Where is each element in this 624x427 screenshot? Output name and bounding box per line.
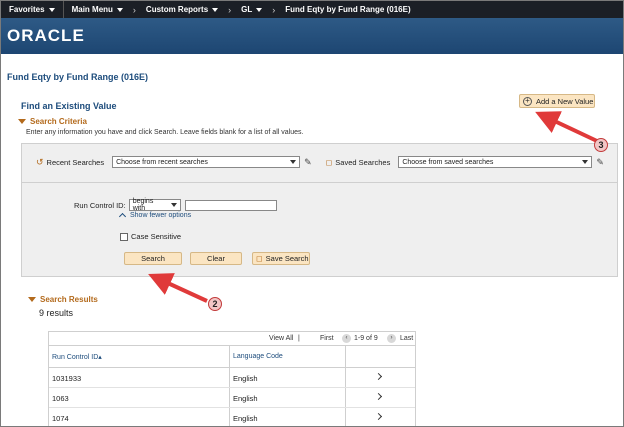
search-panel: ↺ Recent Searches Choose from recent sea… (21, 143, 618, 277)
view-all-link[interactable]: View All (269, 335, 293, 342)
nav-favorites-label: Favorites (9, 5, 45, 14)
caret-down-icon (212, 7, 219, 12)
nav-main-menu[interactable]: Main Menu (64, 1, 131, 18)
toolbar-separator: | (298, 335, 300, 342)
next-icon[interactable]: › (387, 334, 396, 343)
cell-language-code: English (233, 414, 258, 423)
nav-gl[interactable]: GL (233, 1, 270, 18)
grid-toolbar: View All | First ‹ 1-9 of 9 › Last (49, 332, 415, 346)
top-navigation: Favorites Main Menu › Custom Reports › G… (1, 1, 623, 18)
search-criteria-toggle[interactable]: Search Criteria (18, 117, 87, 126)
operator-value: begins with (132, 198, 154, 212)
chevron-right-icon: › (272, 4, 276, 15)
col-run-control-label: Run Control ID (52, 354, 99, 361)
chevron-right-icon[interactable] (374, 392, 383, 401)
grid-header: Run Control ID▴ Language Code (49, 346, 415, 368)
table-row[interactable]: 1074 English (49, 408, 415, 426)
brand-bar: ORACLE (1, 18, 623, 54)
show-fewer-options-link[interactable]: Show fewer options (118, 211, 192, 221)
show-fewer-options-label: Show fewer options (130, 211, 192, 219)
case-sensitive-label: Case Sensitive (131, 232, 182, 241)
nav-favorites[interactable]: Favorites (1, 1, 63, 18)
run-control-label: Run Control ID: (74, 200, 126, 210)
col-language-code[interactable]: Language Code (233, 353, 283, 360)
edit-pencil-icon[interactable]: ✎ (304, 157, 312, 168)
arrow-to-add-button (535, 111, 598, 143)
bookmark-icon: ◻ (256, 254, 263, 263)
chevron-up-icon (118, 212, 127, 221)
table-row[interactable]: 1031933 English (49, 368, 415, 388)
nav-main-menu-label: Main Menu (71, 5, 113, 14)
clear-button[interactable]: Clear (190, 252, 242, 265)
add-new-value-label: Add a New Value (536, 96, 594, 106)
recent-searches-label: Recent Searches (46, 157, 105, 167)
save-search-label: Save Search (265, 254, 309, 263)
last-link[interactable]: Last (400, 335, 413, 342)
search-results-toggle[interactable]: Search Results (28, 295, 98, 304)
recent-searches-value: Choose from recent searches (116, 158, 208, 166)
search-criteria-label: Search Criteria (30, 117, 87, 126)
panel-divider (22, 182, 617, 183)
nav-current-label: Fund Eqty by Fund Range (016E) (285, 5, 411, 14)
recent-searches-select[interactable]: Choose from recent searches (112, 156, 301, 168)
first-link[interactable]: First (320, 335, 334, 342)
page-range: 1-9 of 9 (354, 335, 378, 342)
callout-badge-2: 2 (208, 297, 222, 311)
nav-current-page[interactable]: Fund Eqty by Fund Range (016E) (277, 1, 418, 18)
table-row[interactable]: 1063 English (49, 388, 415, 408)
saved-searches-label: Saved Searches (335, 157, 391, 167)
operator-select[interactable]: begins with (128, 198, 181, 212)
chevron-right-icon: › (228, 4, 232, 15)
chevron-down-icon (290, 160, 297, 164)
page-title: Fund Eqty by Fund Range (016E) (7, 72, 149, 82)
caret-down-icon (256, 7, 263, 12)
bookmark-icon: ◻ (325, 157, 333, 167)
oracle-logo: ORACLE (7, 26, 85, 45)
results-grid: View All | First ‹ 1-9 of 9 › Last Run C… (48, 331, 416, 426)
saved-searches-value: Choose from saved searches (402, 158, 494, 166)
chevron-down-icon (170, 203, 177, 207)
search-button[interactable]: Search (124, 252, 182, 265)
case-sensitive-row[interactable]: Case Sensitive (120, 232, 181, 241)
nav-custom-reports[interactable]: Custom Reports (138, 1, 226, 18)
results-count: 9 results (39, 308, 74, 318)
caret-down-icon (116, 7, 123, 12)
triangle-down-icon (18, 119, 26, 124)
triangle-down-icon (28, 297, 36, 302)
cell-language-code: English (233, 394, 258, 403)
search-results-label: Search Results (40, 295, 98, 304)
cell-run-control-id: 1031933 (52, 374, 82, 383)
save-search-button[interactable]: ◻ Save Search (252, 252, 310, 265)
chevron-right-icon[interactable] (374, 412, 383, 421)
caret-down-icon (48, 7, 55, 12)
history-icon: ↺ (36, 156, 44, 167)
cell-language-code: English (233, 374, 258, 383)
nav-custom-reports-label: Custom Reports (145, 5, 209, 14)
add-new-value-button[interactable]: + Add a New Value (519, 94, 595, 108)
find-existing-title: Find an Existing Value (21, 101, 117, 111)
chevron-down-icon (582, 160, 589, 164)
previous-icon[interactable]: ‹ (342, 334, 351, 343)
arrow-to-search-button (148, 273, 208, 303)
sort-up-icon: ▴ (98, 354, 102, 361)
plus-circle-icon: + (523, 96, 532, 106)
cell-run-control-id: 1063 (52, 394, 69, 403)
callout-badge-3: 3 (594, 138, 608, 152)
nav-gl-label: GL (241, 5, 253, 14)
run-control-input[interactable] (184, 199, 277, 211)
cell-run-control-id: 1074 (52, 414, 69, 423)
search-instructions: Enter any information you have and click… (26, 129, 304, 136)
chevron-right-icon[interactable] (374, 372, 383, 381)
app-window: Favorites Main Menu › Custom Reports › G… (0, 0, 624, 427)
col-run-control-id[interactable]: Run Control ID▴ (52, 353, 102, 361)
chevron-right-icon: › (132, 4, 136, 15)
case-sensitive-checkbox[interactable] (120, 232, 128, 241)
run-control-row: Run Control ID: begins with (74, 198, 277, 212)
saved-searches-select[interactable]: Choose from saved searches (398, 156, 593, 168)
edit-pencil-icon[interactable]: ✎ (596, 157, 604, 168)
recent-saved-row: ↺ Recent Searches Choose from recent sea… (36, 156, 604, 168)
